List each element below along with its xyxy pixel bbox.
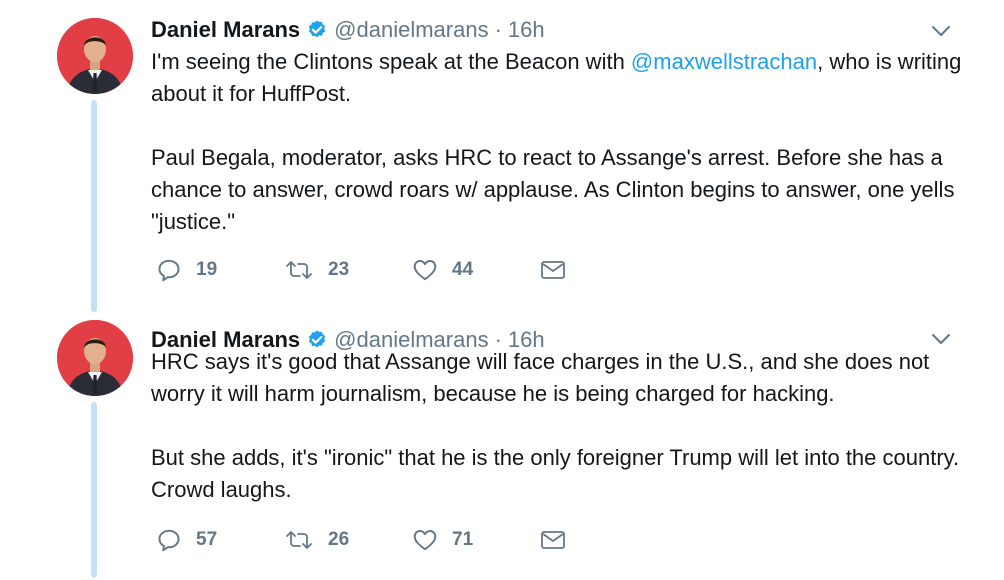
like-count: 71 [452, 529, 474, 550]
retweet-icon [286, 531, 312, 549]
retweet-icon [286, 261, 312, 279]
tweet-text: I'm seeing the Clintons speak at the Bea… [151, 46, 971, 238]
tweet-paragraph: But she adds, it's "ironic" that he is t… [151, 445, 960, 502]
direct-message-button[interactable] [540, 258, 566, 282]
verified-badge-icon [306, 19, 328, 41]
chevron-down-icon[interactable] [930, 20, 952, 42]
reply-button[interactable]: 57 [156, 527, 284, 553]
tweet[interactable]: Daniel Marans @danielmarans · 16h HRC sa… [0, 310, 1004, 580]
envelope-icon [541, 261, 565, 279]
retweet-count: 26 [328, 529, 350, 550]
tweet[interactable]: Daniel Marans @danielmarans · 16h I'm se… [0, 0, 1004, 312]
retweet-count: 23 [328, 259, 350, 280]
timestamp[interactable]: 16h [508, 17, 545, 43]
reply-button[interactable]: 19 [156, 257, 284, 283]
tweet-actions: 57 26 71 [156, 525, 566, 555]
tweet-text: HRC says it's good that Assange will fac… [151, 346, 971, 506]
separator-dot: · [494, 17, 502, 42]
tweet-paragraph: I'm seeing the Clintons speak at the Bea… [151, 46, 971, 110]
avatar-image [57, 18, 133, 94]
heart-icon [413, 530, 437, 551]
retweet-button[interactable]: 26 [284, 527, 412, 553]
direct-message-button[interactable] [540, 528, 566, 552]
reply-count: 19 [196, 259, 218, 280]
envelope-icon [541, 531, 565, 549]
tweet-paragraph: HRC says it's good that Assange will fac… [151, 349, 930, 406]
like-button[interactable]: 44 [412, 257, 540, 283]
avatar[interactable] [57, 18, 133, 94]
heart-icon [413, 260, 437, 281]
author-name[interactable]: Daniel Marans [151, 17, 300, 43]
like-count: 44 [452, 259, 474, 280]
text-segment: I'm seeing the Clintons speak at the Bea… [151, 49, 631, 74]
thread-connector [91, 402, 97, 578]
tweet-actions: 19 23 44 [156, 255, 566, 285]
mention-link[interactable]: @maxwellstrachan [631, 49, 817, 74]
reply-icon [158, 259, 180, 282]
avatar-image [57, 320, 133, 396]
retweet-button[interactable]: 23 [284, 257, 412, 283]
reply-icon [158, 529, 180, 552]
reply-count: 57 [196, 529, 218, 550]
avatar[interactable] [57, 320, 133, 396]
author-handle[interactable]: @danielmarans [334, 17, 488, 43]
tweet-paragraph: Paul Begala, moderator, asks HRC to reac… [151, 145, 955, 234]
like-button[interactable]: 71 [412, 527, 540, 553]
tweet-header: Daniel Marans @danielmarans · 16h [151, 13, 545, 47]
thread-connector [91, 100, 97, 312]
